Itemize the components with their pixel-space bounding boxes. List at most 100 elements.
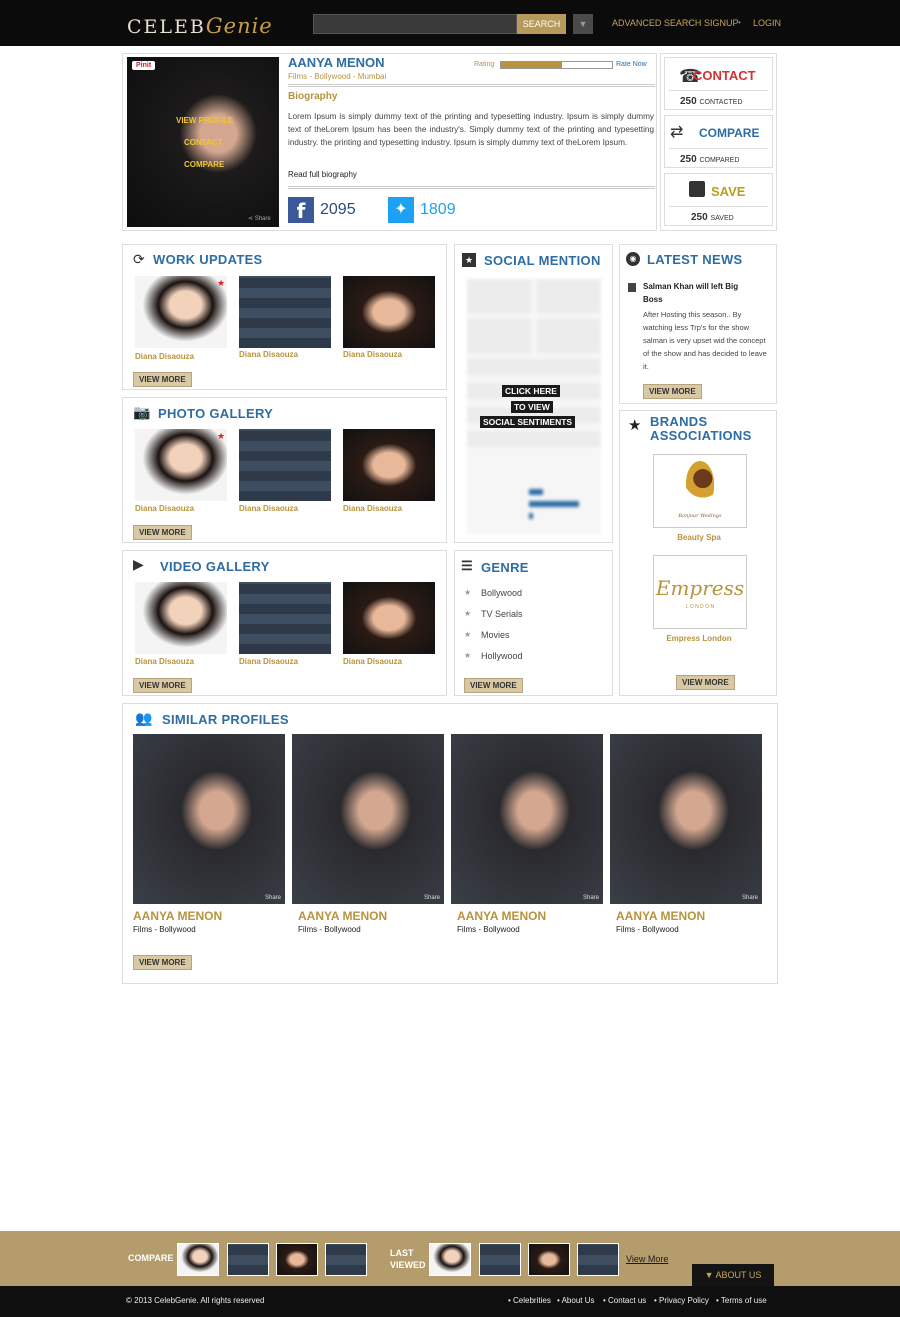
brand-name[interactable]: Empress London <box>620 634 778 643</box>
search-button[interactable]: SEARCH <box>517 14 566 34</box>
video-caption[interactable]: Diana Disaouza <box>135 657 194 666</box>
similar-profile-photo[interactable]: Share <box>133 734 285 904</box>
similar-profile-meta: Films - Bollywood <box>616 925 679 934</box>
photo-thumbnail[interactable] <box>239 429 331 501</box>
twitter-icon[interactable]: ✦ <box>388 197 414 223</box>
last-viewed-thumbnail[interactable] <box>429 1243 471 1276</box>
similar-profile-name[interactable]: AANYA MENON <box>133 909 222 923</box>
work-update-caption[interactable]: Diana Disaouza <box>239 350 298 359</box>
footer-link-terms-of-use[interactable]: • Terms of use <box>716 1296 767 1305</box>
social-overlay-line[interactable]: SOCIAL SENTIMENTS <box>480 416 576 428</box>
compare-action[interactable]: ⇄ COMPARE 250 COMPARED <box>664 115 773 168</box>
compare-view-more-link[interactable]: View More <box>626 1254 668 1264</box>
similar-profile-name[interactable]: AANYA MENON <box>457 909 546 923</box>
overlay-contact-link[interactable]: CONTACT <box>184 138 223 147</box>
social-overlay-line[interactable]: CLICK HERE <box>502 385 560 397</box>
last-viewed-label-line2: VIEWED <box>390 1260 426 1270</box>
genre-item[interactable]: Bollywood <box>481 588 522 598</box>
share-link[interactable]: Share <box>583 895 599 901</box>
twitter-count: 1809 <box>420 201 456 218</box>
similar-profiles-view-more-button[interactable]: VIEW MORE <box>133 955 192 970</box>
last-viewed-thumbnail[interactable] <box>479 1243 521 1276</box>
contact-count-number: 250 <box>680 96 697 107</box>
video-thumbnail[interactable] <box>135 582 227 654</box>
overlay-view-profile-link[interactable]: VIEW PROFILE <box>176 116 233 125</box>
logo-script-text: Genie <box>205 14 273 38</box>
copyright-text: © 2013 CelebGenie. All rights reserved <box>126 1296 265 1305</box>
featured-star-icon: ★ <box>217 278 226 288</box>
work-update-thumbnail[interactable] <box>239 276 331 348</box>
photo-thumbnail[interactable] <box>343 429 435 501</box>
brand-logo-text: Bonjour Wedings <box>678 513 722 519</box>
compare-thumbnail[interactable] <box>177 1243 219 1276</box>
similar-profile-photo[interactable]: Share <box>610 734 762 904</box>
work-update-caption[interactable]: Diana Disaouza <box>135 352 194 361</box>
nav-signup[interactable]: SIGNUP <box>704 18 739 28</box>
pinit-button[interactable]: Pinit <box>132 61 156 70</box>
facebook-icon[interactable]: f <box>288 197 314 223</box>
users-icon: 👥 <box>135 710 153 726</box>
facebook-count: 2095 <box>320 201 356 218</box>
news-body: After Hosting this season.. By watching … <box>643 310 767 371</box>
work-update-caption[interactable]: Diana Disaouza <box>343 350 402 359</box>
rating-bar[interactable] <box>500 61 613 69</box>
similar-profile-name[interactable]: AANYA MENON <box>616 909 705 923</box>
video-thumbnail[interactable] <box>343 582 435 654</box>
video-caption[interactable]: Diana Disaouza <box>239 657 298 666</box>
photo-caption[interactable]: Diana Disaouza <box>343 504 402 513</box>
search-dropdown-icon[interactable]: ▼ <box>573 14 593 34</box>
work-updates-view-more-button[interactable]: VIEW MORE <box>133 372 192 387</box>
footer-link-about-us[interactable]: • About Us <box>557 1296 595 1305</box>
genre-item[interactable]: TV Serials <box>481 609 523 619</box>
video-thumbnail[interactable] <box>239 582 331 654</box>
save-label: SAVE <box>711 184 746 199</box>
genre-item[interactable]: Hollywood <box>481 651 523 661</box>
brand-logo-subtext: L O N D O N <box>685 604 715 610</box>
last-viewed-thumbnail[interactable] <box>577 1243 619 1276</box>
share-link[interactable]: Share <box>742 895 758 901</box>
video-caption[interactable]: Diana Disaouza <box>343 657 402 666</box>
last-viewed-label-line1: LAST <box>390 1248 414 1258</box>
compare-thumbnail[interactable] <box>227 1243 269 1276</box>
work-update-thumbnail[interactable] <box>135 276 227 348</box>
compare-count: 250 COMPARED <box>680 154 739 165</box>
overlay-compare-link[interactable]: COMPARE <box>184 160 224 169</box>
compare-thumbnail[interactable] <box>325 1243 367 1276</box>
compare-thumbnail[interactable] <box>276 1243 318 1276</box>
photo-caption[interactable]: Diana Disaouza <box>135 504 194 513</box>
photo-thumbnail[interactable] <box>135 429 227 501</box>
work-update-thumbnail[interactable] <box>343 276 435 348</box>
photo-share-link[interactable]: ⋖ Share <box>248 215 271 222</box>
rate-now-link[interactable]: Rate Now <box>616 61 647 68</box>
brand-logo-beauty-spa[interactable]: Bonjour Wedings <box>653 454 747 528</box>
footer-link-contact-us[interactable]: • Contact us <box>603 1296 646 1305</box>
genre-item[interactable]: Movies <box>481 630 510 640</box>
genre-view-more-button[interactable]: VIEW MORE <box>464 678 523 693</box>
nav-login[interactable]: LOGIN <box>753 18 781 28</box>
last-viewed-thumbnail[interactable] <box>528 1243 570 1276</box>
bullet-star-icon: ★ <box>464 630 472 639</box>
news-view-more-button[interactable]: VIEW MORE <box>643 384 702 399</box>
brand-logo-empress-london[interactable]: Empress L O N D O N <box>653 555 747 629</box>
video-gallery-view-more-button[interactable]: VIEW MORE <box>133 678 192 693</box>
about-us-tab[interactable]: ▼ ABOUT US <box>692 1264 774 1286</box>
photo-caption[interactable]: Diana Disaouza <box>239 504 298 513</box>
brand-name[interactable]: Beauty Spa <box>620 533 778 542</box>
footer-link-privacy-policy[interactable]: • Privacy Policy <box>654 1296 709 1305</box>
social-overlay-line[interactable]: TO VIEW <box>511 401 553 413</box>
share-link[interactable]: Share <box>265 895 281 901</box>
footer-link-celebrities[interactable]: • Celebrities <box>508 1296 551 1305</box>
similar-profile-photo[interactable]: Share <box>292 734 444 904</box>
contact-action[interactable]: ☎ CONTACT 250 CONTACTED <box>664 57 773 110</box>
news-headline[interactable]: Salman Khan will left Big Boss <box>643 280 743 306</box>
similar-profile-photo[interactable]: Share <box>451 734 603 904</box>
brands-view-more-button[interactable]: VIEW MORE <box>676 675 735 690</box>
footer-link-label: About Us <box>561 1296 595 1305</box>
share-link[interactable]: Share <box>424 895 440 901</box>
similar-profile-name[interactable]: AANYA MENON <box>298 909 387 923</box>
read-full-biography-link[interactable]: Read full biography <box>288 170 357 179</box>
search-input[interactable] <box>314 16 516 35</box>
site-logo[interactable]: CELEBGenie <box>127 14 273 38</box>
photo-gallery-view-more-button[interactable]: VIEW MORE <box>133 525 192 540</box>
save-action[interactable]: SAVE 250 SAVED <box>664 173 773 226</box>
